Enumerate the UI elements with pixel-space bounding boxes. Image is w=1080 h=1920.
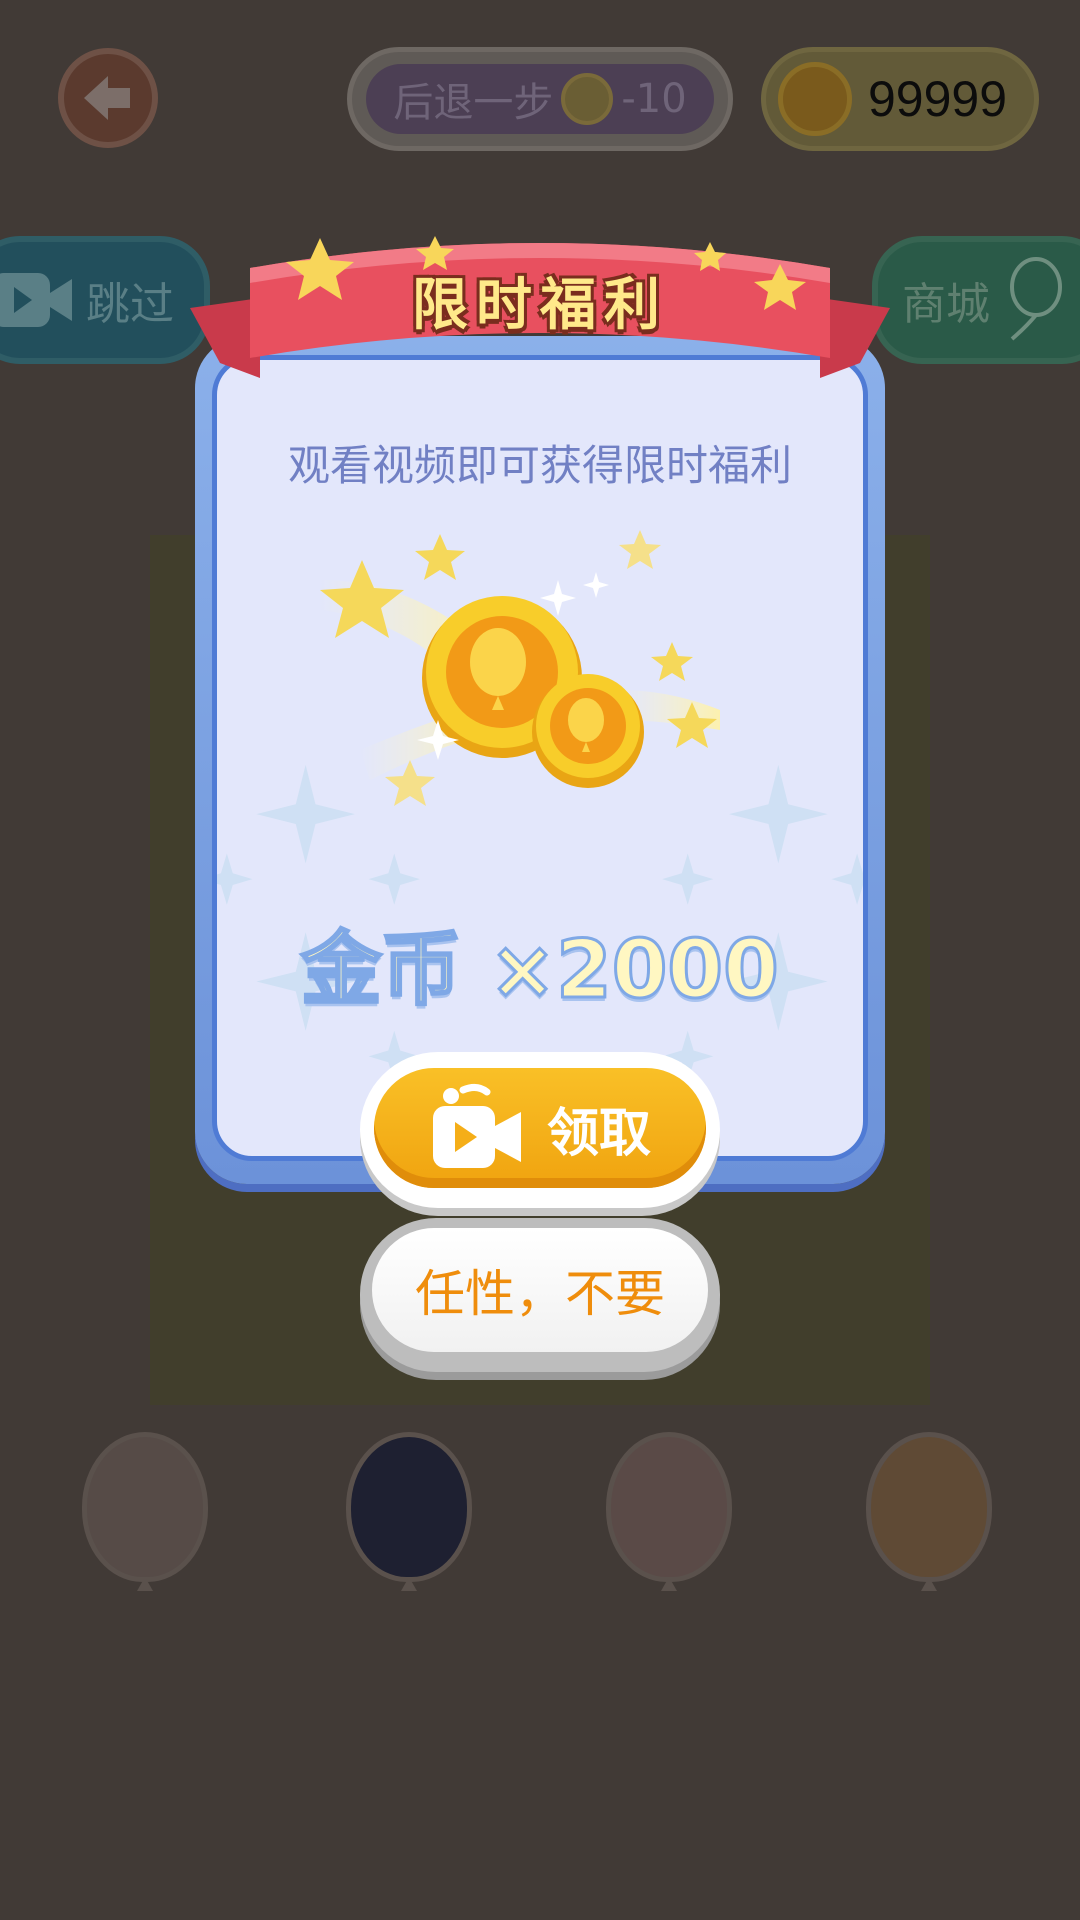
balloon-skin-confetti[interactable] [82, 1432, 208, 1591]
undo-cost: -10 [621, 76, 687, 122]
video-camera-icon [432, 1083, 521, 1168]
balloon-icon [1010, 257, 1062, 341]
shop-button[interactable]: 商城 [872, 236, 1080, 364]
skip-label: 跳过 [86, 279, 174, 330]
balloon-coin-icon [778, 62, 852, 136]
balloon-skin-giraffe[interactable] [866, 1432, 992, 1591]
claim-label: 领取 [546, 1103, 651, 1164]
claim-button[interactable]: 领取 [360, 1052, 720, 1208]
coin-balance: 99999 [761, 47, 1039, 151]
skip-button[interactable]: 跳过 [0, 236, 210, 364]
back-button[interactable] [58, 48, 158, 148]
balloon-skin-hearts[interactable] [606, 1432, 732, 1591]
shop-label: 商城 [902, 279, 990, 330]
title-ribbon: 限时福利 [190, 228, 890, 408]
balloon-coin-icon [561, 73, 614, 125]
undo-step-button[interactable]: 后退一步 -10 [347, 47, 733, 151]
reward-amount: 金币 ×2000 [300, 922, 781, 1018]
coin-count: 99999 [868, 71, 1008, 127]
undo-label: 后退一步 [393, 80, 554, 126]
modal-subtitle: 观看视频即可获得限时福利 [287, 441, 792, 490]
modal-title: 限时福利 [412, 273, 668, 338]
refuse-button[interactable]: 任性，不要 [360, 1218, 720, 1372]
video-camera-icon [0, 273, 72, 327]
back-arrow-icon [84, 76, 130, 120]
balloon-skin-stars[interactable] [346, 1432, 472, 1591]
coin-reward-illustration [320, 530, 720, 806]
refuse-label: 任性，不要 [415, 1265, 665, 1323]
